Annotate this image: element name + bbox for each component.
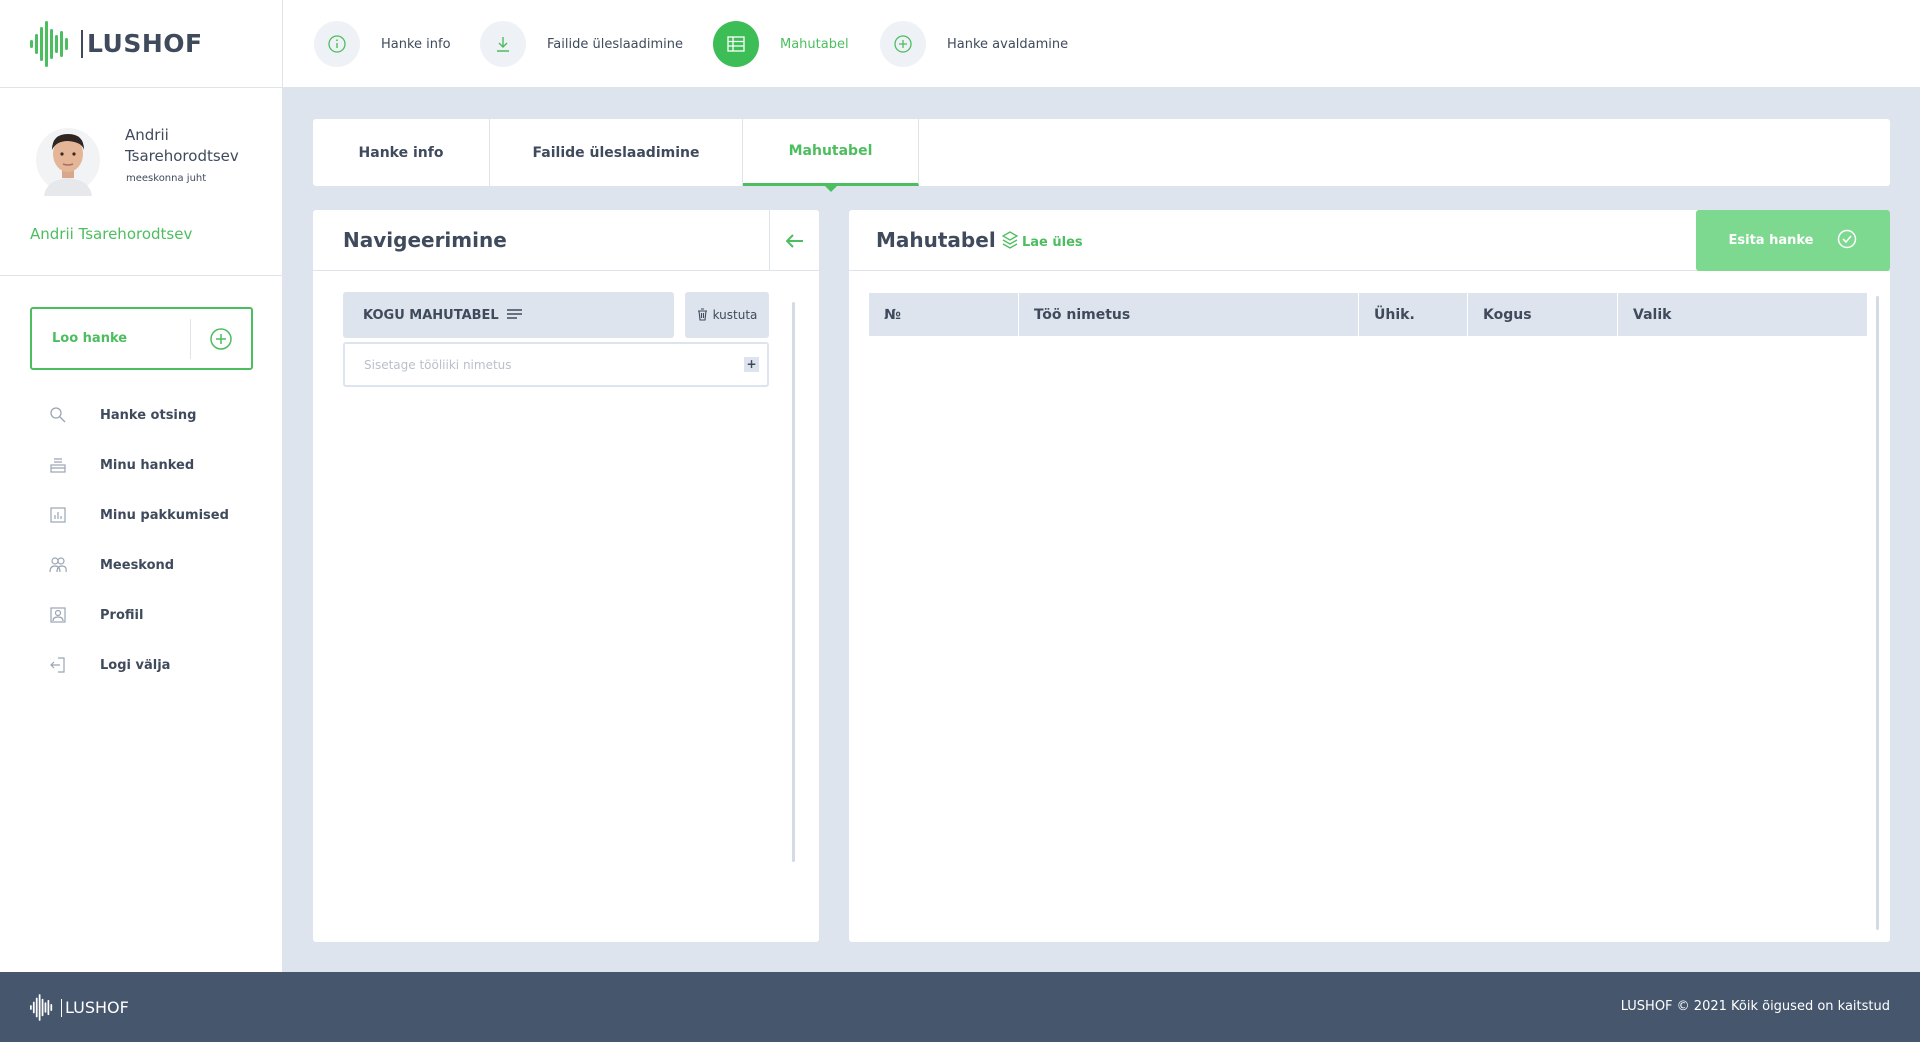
table-icon <box>713 21 759 67</box>
tab-mahutabel[interactable]: Mahutabel <box>743 119 919 192</box>
team-icon <box>48 555 68 575</box>
table-scrollbar[interactable] <box>1876 296 1879 930</box>
sidebar-item-minu-hanked[interactable]: Minu hanked <box>0 440 283 490</box>
work-type-input-wrapper: + <box>343 342 769 387</box>
footer-logo-text: LUSHOF <box>61 998 129 1017</box>
step-hanke-avaldamine[interactable]: Hanke avaldamine <box>880 20 1068 68</box>
sidebar-item-label: Minu hanked <box>100 457 195 473</box>
logout-icon <box>48 655 68 675</box>
add-work-type-plus-icon[interactable]: + <box>744 357 759 372</box>
user-last-name: Tsarehorodtsev <box>125 147 239 165</box>
navigation-scrollbar[interactable] <box>792 302 795 862</box>
step-label: Hanke avaldamine <box>947 36 1069 52</box>
step-hanke-info[interactable]: Hanke info <box>314 20 451 68</box>
profile-icon <box>48 605 68 625</box>
sidebar-item-label: Minu pakkumised <box>100 507 229 523</box>
create-tender-label: Loo hanke <box>52 331 128 346</box>
footer-logo[interactable]: LUSHOF <box>30 994 129 1021</box>
step-label: Mahutabel <box>780 36 849 52</box>
chart-icon <box>48 505 68 525</box>
step-failide-uleslaadimine[interactable]: Failide üleslaadimine <box>480 20 683 68</box>
sidebar-item-label: Hanke otsing <box>100 407 197 423</box>
user-role: meeskonna juht <box>126 173 207 184</box>
mahutabel-panel: Mahutabel Lae üles Esita hanke № Töö nim… <box>849 210 1890 942</box>
logo-waveform-icon <box>30 994 53 1021</box>
step-label: Hanke info <box>381 36 451 52</box>
plus-circle-icon <box>191 327 251 350</box>
sidebar-item-profiil[interactable]: Profiil <box>0 590 283 640</box>
logo-text: LUSHOF <box>81 29 203 58</box>
user-name-link[interactable]: Andrii Tsarehorodtsev <box>30 225 192 243</box>
kogu-mahutabel-label: KOGU MAHUTABEL <box>363 307 499 323</box>
sidebar-item-label: Logi välja <box>100 657 171 673</box>
step-mahutabel[interactable]: Mahutabel <box>713 20 849 68</box>
sidebar-item-meeskond[interactable]: Meeskond <box>0 540 283 590</box>
navigation-panel: Navigeerimine KOGU MAHUTABEL kustuta + <box>313 210 819 942</box>
column-header-unit[interactable]: Ühik. <box>1359 293 1468 336</box>
layers-icon <box>1001 231 1019 253</box>
logo[interactable]: LUSHOF <box>0 0 282 88</box>
sidebar-nav: Hanke otsing Minu hanked Minu pakkumised… <box>0 390 283 690</box>
mahutabel-title: Mahutabel <box>876 228 996 252</box>
footer-copyright: LUSHOF © 2021 Kõik õigused on kaitstud <box>1620 999 1890 1014</box>
sidebar-item-hanke-otsing[interactable]: Hanke otsing <box>0 390 283 440</box>
inbox-icon <box>48 455 68 475</box>
column-header-quantity[interactable]: Kogus <box>1468 293 1618 336</box>
avatar[interactable] <box>36 124 100 196</box>
logo-waveform-icon <box>30 20 68 67</box>
footer: LUSHOF LUSHOF © 2021 Kõik õigused on kai… <box>0 972 1920 1042</box>
section-tabs: Hanke info Failide üleslaadimine Mahutab… <box>313 119 1890 192</box>
download-icon <box>480 21 526 67</box>
column-header-work-name[interactable]: Töö nimetus <box>1019 293 1359 336</box>
info-icon <box>314 21 360 67</box>
stepper-bar: Hanke info Failide üleslaadimine Mahutab… <box>283 0 1920 88</box>
column-header-number[interactable]: № <box>869 293 1019 336</box>
navigation-header: Navigeerimine <box>313 210 819 271</box>
upload-label: Lae üles <box>1022 234 1083 250</box>
tab-failide-uleslaadimine[interactable]: Failide üleslaadimine <box>490 119 743 186</box>
kogu-mahutabel-button[interactable]: KOGU MAHUTABEL <box>343 292 674 338</box>
sidebar-item-logi-valja[interactable]: Logi välja <box>0 640 283 690</box>
work-type-input[interactable] <box>345 344 725 385</box>
submit-tender-button[interactable]: Esita hanke <box>1696 210 1890 271</box>
list-icon <box>506 309 523 321</box>
sidebar-item-label: Meeskond <box>100 557 175 573</box>
check-circle-icon <box>1837 229 1857 253</box>
trash-icon <box>697 306 708 325</box>
column-header-choice[interactable]: Valik <box>1618 293 1867 336</box>
tab-hanke-info[interactable]: Hanke info <box>313 119 490 186</box>
plus-circle-icon <box>880 21 926 67</box>
create-tender-button[interactable]: Loo hanke <box>30 307 253 370</box>
sidebar-item-minu-pakkumised[interactable]: Minu pakkumised <box>0 490 283 540</box>
mahutabel-header: Mahutabel Lae üles Esita hanke <box>849 210 1890 271</box>
submit-tender-label: Esita hanke <box>1728 233 1814 248</box>
delete-button[interactable]: kustuta <box>685 292 769 338</box>
upload-link[interactable]: Lae üles <box>1001 231 1083 253</box>
table-header: № Töö nimetus Ühik. Kogus Valik <box>869 293 1867 336</box>
delete-label: kustuta <box>712 308 758 322</box>
navigation-title: Navigeerimine <box>343 228 507 252</box>
user-first-name: Andrii <box>125 126 169 144</box>
collapse-arrow-left-icon[interactable] <box>769 210 819 271</box>
sidebar-item-label: Profiil <box>100 607 144 623</box>
search-icon <box>48 405 68 425</box>
step-label: Failide üleslaadimine <box>547 36 684 52</box>
